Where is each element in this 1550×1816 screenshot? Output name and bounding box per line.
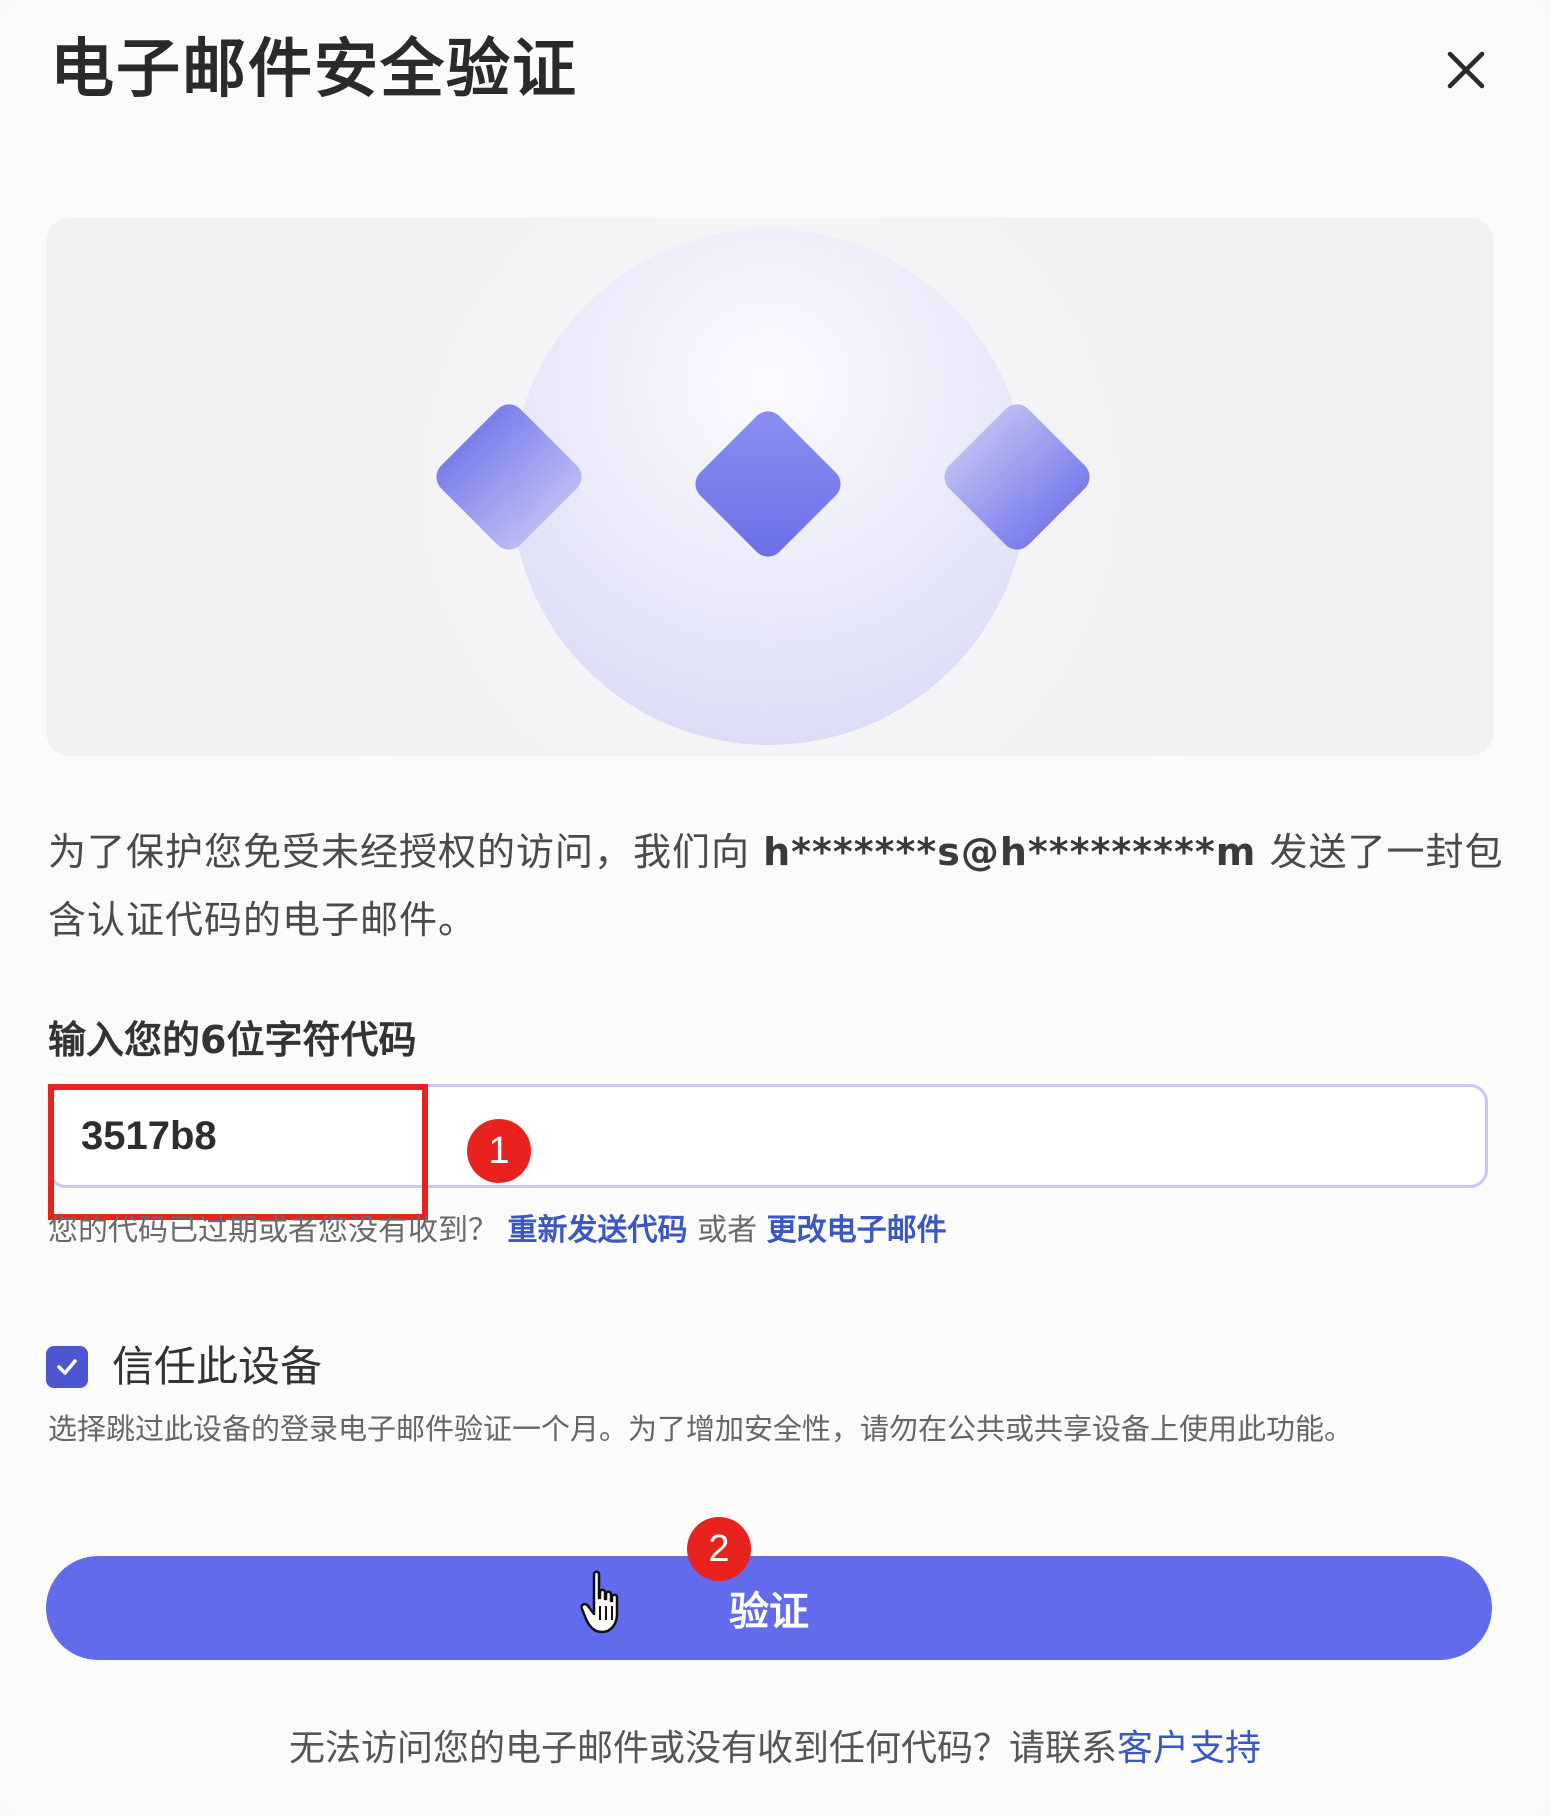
- description-text-1: 为了保护您免受未经授权的访问，我们向: [48, 830, 764, 874]
- change-email-link[interactable]: 更改电子邮件: [767, 1213, 947, 1248]
- code-help-row: 您的代码已过期或者您没有收到？ 重新发送代码 或者 更改电子邮件: [48, 1206, 947, 1256]
- help-or: 或者: [687, 1213, 767, 1248]
- customer-support-link[interactable]: 客户支持: [1117, 1728, 1261, 1769]
- trust-device-label: 信任此设备: [112, 1342, 323, 1391]
- verification-description: 为了保护您免受未经授权的访问，我们向 h*******s@h*********m…: [48, 818, 1508, 954]
- email-verification-dialog: 电子邮件安全验证 为了保护您免受未经授权的访问，我们向 h*******s@h*…: [0, 0, 1550, 1816]
- footer-text: 无法访问您的电子邮件或没有收到任何代码？请联系: [288, 1728, 1117, 1769]
- checkmark-icon: [57, 1359, 77, 1375]
- help-prefix: 您的代码已过期或者您没有收到？: [48, 1213, 498, 1248]
- code-input[interactable]: [48, 1084, 1488, 1188]
- resend-code-link[interactable]: 重新发送代码: [508, 1213, 688, 1248]
- close-icon[interactable]: [1440, 44, 1492, 96]
- support-footer: 无法访问您的电子邮件或没有收到任何代码？请联系客户支持: [0, 1722, 1550, 1776]
- trust-device-description: 选择跳过此设备的登录电子邮件验证一个月。为了增加安全性，请勿在公共或共享设备上使…: [48, 1412, 1354, 1446]
- annotation-marker-2: 2: [687, 1517, 751, 1581]
- trust-device-row: 信任此设备: [46, 1340, 322, 1394]
- security-illustration: [46, 218, 1494, 756]
- masked-email: h*******s@h*********m: [763, 830, 1257, 874]
- annotation-marker-1: 1: [467, 1119, 531, 1183]
- code-label: 输入您的6位字符代码: [48, 1018, 417, 1062]
- dialog-title: 电子邮件安全验证: [50, 33, 578, 107]
- trust-device-checkbox[interactable]: [46, 1346, 88, 1388]
- verify-button[interactable]: 验证: [46, 1556, 1492, 1660]
